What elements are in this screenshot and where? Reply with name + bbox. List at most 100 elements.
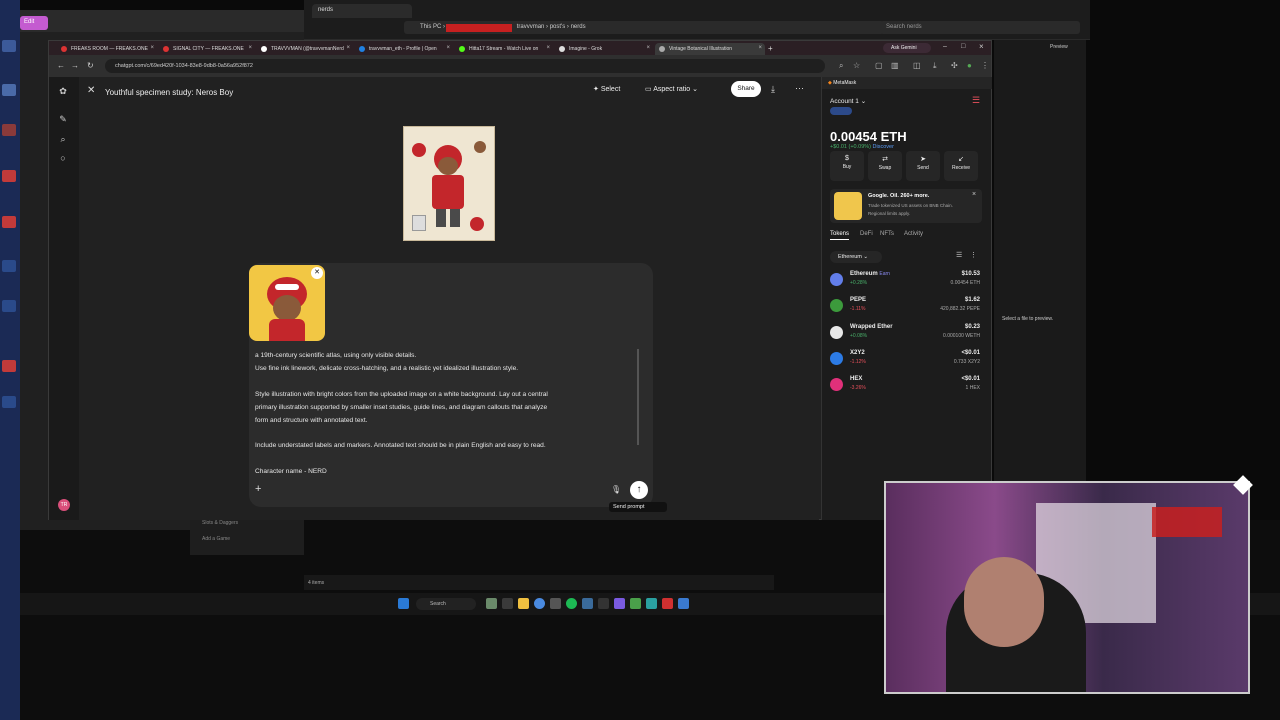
add-game-button[interactable]: Add a Game — [190, 531, 304, 547]
close-icon[interactable]: × — [972, 191, 976, 198]
generated-image[interactable] — [403, 126, 495, 241]
library-icon[interactable]: ○ — [57, 152, 69, 164]
new-chat-icon[interactable]: ✎ — [57, 113, 69, 125]
widgets-icon[interactable] — [486, 598, 497, 609]
close-icon[interactable]: × — [758, 45, 762, 51]
desktop-icon[interactable] — [2, 216, 16, 228]
more-options-icon[interactable]: ⋯ — [795, 83, 804, 94]
share-button[interactable]: Share — [731, 81, 761, 97]
app-icon[interactable] — [550, 598, 561, 609]
path-segment[interactable]: post's — [550, 24, 566, 30]
browser-tab-active[interactable]: Vintage Botanical Illustration × — [655, 43, 765, 55]
aspect-ratio-dropdown[interactable]: ▭ Aspect ratio ⌄ — [645, 85, 698, 93]
desktop-icon[interactable] — [2, 300, 16, 312]
app-icon[interactable] — [678, 598, 689, 609]
extension-icon[interactable]: ◫ — [913, 61, 921, 70]
avatar[interactable]: TR — [58, 499, 70, 511]
network-badge[interactable] — [830, 107, 852, 115]
browser-tab[interactable]: Imagine - Grok × — [555, 43, 653, 55]
task-view-icon[interactable] — [502, 598, 513, 609]
profile-icon[interactable]: ● — [967, 61, 972, 70]
desktop-icon[interactable] — [2, 84, 16, 96]
send-button[interactable]: ↑ — [630, 481, 648, 499]
extensions-puzzle-icon[interactable]: ✣ — [951, 61, 958, 70]
receive-button[interactable]: ↙ Receive — [944, 151, 978, 181]
promo-banner[interactable]: Google. Oil. 260+ more. Trade tokenized … — [830, 189, 982, 223]
close-icon[interactable]: × — [446, 45, 450, 51]
browser-tab[interactable]: SIGNAL CITY — FREAKS.ONE × — [159, 43, 255, 55]
desktop-icon[interactable] — [2, 396, 16, 408]
earn-badge[interactable]: Earn — [879, 271, 890, 277]
account-selector[interactable]: Account 1 ⌄ — [830, 97, 866, 105]
reload-icon[interactable]: ↻ — [87, 61, 94, 70]
start-icon[interactable] — [398, 598, 409, 609]
filter-icon[interactable]: ☰ — [956, 251, 962, 259]
buy-button[interactable]: $ Buy — [830, 151, 864, 181]
tab-tokens[interactable]: Tokens — [830, 231, 850, 240]
discover-link[interactable]: Discover — [873, 144, 894, 150]
download-icon[interactable]: ⤓ — [771, 84, 775, 95]
desktop-icon[interactable] — [2, 360, 16, 372]
send-button[interactable]: ➤ Send — [906, 151, 940, 181]
steam-icon[interactable] — [582, 598, 593, 609]
explorer-tab[interactable]: nerds — [312, 4, 412, 18]
app-icon[interactable] — [646, 598, 657, 609]
microphone-icon[interactable]: 🎙 — [611, 485, 621, 494]
notification-icon[interactable]: ☰ — [972, 95, 980, 106]
sidepanel-icon[interactable]: ▥ — [891, 61, 899, 70]
preview-toggle-button[interactable]: Preview — [1050, 44, 1068, 50]
desktop-icon[interactable] — [2, 40, 16, 52]
remove-attachment-icon[interactable]: ✕ — [311, 267, 323, 279]
browser-tab[interactable]: Hitta17 Stream - Watch Live on × — [455, 43, 553, 55]
token-row[interactable]: HEX -3.26% <$0.01 1 HEX — [822, 374, 992, 400]
close-icon[interactable]: × — [248, 45, 252, 51]
menu-dots-icon[interactable]: ⋮ — [981, 61, 989, 70]
openai-logo-icon[interactable]: ✿ — [57, 85, 69, 97]
token-row[interactable]: Ethereum Earn +0.28% $10.53 0.00454 ETH — [822, 269, 992, 295]
ask-gemini-button[interactable]: Ask Gemini — [883, 43, 931, 53]
select-button[interactable]: ✦ Select — [593, 85, 620, 93]
search-icon[interactable]: ⌕ — [57, 133, 69, 145]
path-segment[interactable]: nerds — [571, 24, 586, 30]
close-icon[interactable]: × — [646, 45, 650, 51]
network-filter[interactable]: Ethereum ⌄ — [830, 251, 882, 263]
tab-nfts[interactable]: NFTs — [880, 231, 894, 237]
browser-tab[interactable]: FREAKS ROOM — FREAKS.ONE × — [57, 43, 157, 55]
path-segment[interactable]: travvvman — [517, 24, 545, 30]
token-row[interactable]: Wrapped Ether +0.08% $0.23 0.000100 WETH — [822, 322, 992, 348]
more-options-icon[interactable]: ⋮ — [970, 251, 977, 259]
discord-icon[interactable] — [614, 598, 625, 609]
swap-button[interactable]: ⇄ Swap — [868, 151, 902, 181]
desktop-icon[interactable] — [2, 260, 16, 272]
close-icon[interactable]: × — [150, 45, 154, 51]
edit-button[interactable]: Edit — [20, 16, 48, 30]
app-icon[interactable] — [630, 598, 641, 609]
tab-activity[interactable]: Activity — [904, 231, 923, 237]
tab-defi[interactable]: DeFi — [860, 231, 873, 237]
close-icon[interactable]: × — [346, 45, 350, 51]
extension-icon[interactable]: ▢ — [875, 61, 883, 70]
token-row[interactable]: X2Y2 -1.12% <$0.01 0.733 X2Y2 — [822, 348, 992, 374]
download-icon[interactable]: ⤓ — [933, 61, 937, 71]
app-icon[interactable] — [598, 598, 609, 609]
new-tab-button[interactable]: + — [765, 43, 779, 55]
path-segment[interactable]: This PC — [420, 24, 441, 30]
spotify-icon[interactable] — [566, 598, 577, 609]
minimize-icon[interactable]: – — [943, 43, 947, 50]
maximize-icon[interactable]: □ — [961, 43, 965, 50]
taskbar-search[interactable]: Search — [416, 598, 476, 610]
scrollbar[interactable] — [637, 349, 639, 445]
desktop-icon[interactable] — [2, 124, 16, 136]
back-icon[interactable]: ← — [57, 61, 65, 70]
browser-tab[interactable]: TRAVVVMAN (@travvvmanNerd × — [257, 43, 353, 55]
forward-icon[interactable]: → — [71, 61, 79, 70]
app-icon[interactable] — [662, 598, 673, 609]
token-row[interactable]: PEPE -1.11% $1.62 420,882.32 PEPE — [822, 295, 992, 321]
desktop-icon[interactable] — [2, 170, 16, 182]
add-attachment-icon[interactable]: + — [255, 483, 261, 495]
url-input[interactable]: chatgpt.com/c/69ed420f-1034-83e8-9db8-0a… — [105, 59, 825, 73]
zoom-icon[interactable]: ⌕ — [839, 61, 843, 71]
close-icon[interactable]: ✕ — [87, 85, 95, 96]
browser-tab[interactable]: travvvman_eth - Profile | Open × — [355, 43, 453, 55]
explorer-search-input[interactable]: Search nerds — [880, 21, 1080, 34]
